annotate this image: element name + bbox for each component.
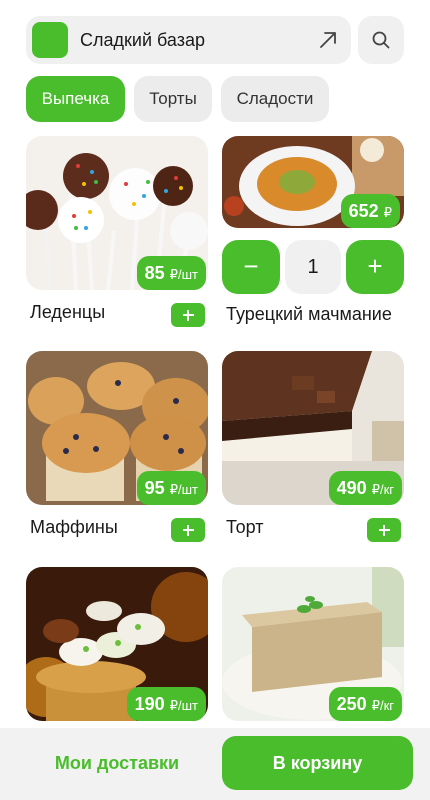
share-arrow-icon[interactable] xyxy=(317,29,339,51)
product-card-6[interactable]: 250 ₽/кг xyxy=(222,567,404,721)
product-card-lollipops[interactable]: 85 ₽/шт Леденцы xyxy=(26,136,208,336)
product-name: Торт xyxy=(226,517,264,537)
quantity-value: 1 xyxy=(285,240,341,294)
price-badge: 190 ₽/шт xyxy=(126,687,206,721)
add-to-cart-button[interactable] xyxy=(171,518,205,542)
search-button[interactable] xyxy=(358,16,404,64)
add-to-cart-button[interactable] xyxy=(171,303,205,327)
product-card-5[interactable]: 190 ₽/шт xyxy=(26,567,208,721)
shop-bar[interactable]: Сладкий базар xyxy=(26,16,351,64)
product-card-cake[interactable]: 490 ₽/кг Торт xyxy=(222,351,404,551)
shop-name: Сладкий базар xyxy=(80,30,205,50)
product-name: Леденцы xyxy=(30,302,106,322)
tab-cakes[interactable]: Торты xyxy=(134,76,212,122)
increase-quantity-button[interactable]: + xyxy=(346,240,404,294)
search-icon xyxy=(372,31,390,49)
header: Сладкий базар xyxy=(26,16,404,64)
price-badge: 652 ₽ xyxy=(340,194,400,228)
price-badge: 95 ₽/шт xyxy=(136,471,206,505)
product-name: Турецкий мачмание xyxy=(226,304,392,324)
bottom-bar: Мои доставки В корзину xyxy=(0,728,430,800)
decrease-quantity-button[interactable]: − xyxy=(222,240,280,294)
product-card-muffins[interactable]: 95 ₽/шт Маффины xyxy=(26,351,208,551)
tab-bakery[interactable]: Выпечка xyxy=(26,76,125,122)
tab-sweets[interactable]: Сладости xyxy=(221,76,329,122)
price-badge: 250 ₽/кг xyxy=(328,687,402,721)
price-badge: 490 ₽/кг xyxy=(328,471,402,505)
product-name: Маффины xyxy=(30,517,118,537)
product-card-turkish[interactable]: 652 ₽ − 1 + Турецкий мачмание xyxy=(222,136,404,336)
add-to-cart-main-button[interactable]: В корзину xyxy=(222,736,413,790)
shop-logo xyxy=(32,22,68,58)
price-badge: 85 ₽/шт xyxy=(136,256,206,290)
add-to-cart-button[interactable] xyxy=(367,518,401,542)
my-deliveries-button[interactable]: Мои доставки xyxy=(24,736,210,790)
